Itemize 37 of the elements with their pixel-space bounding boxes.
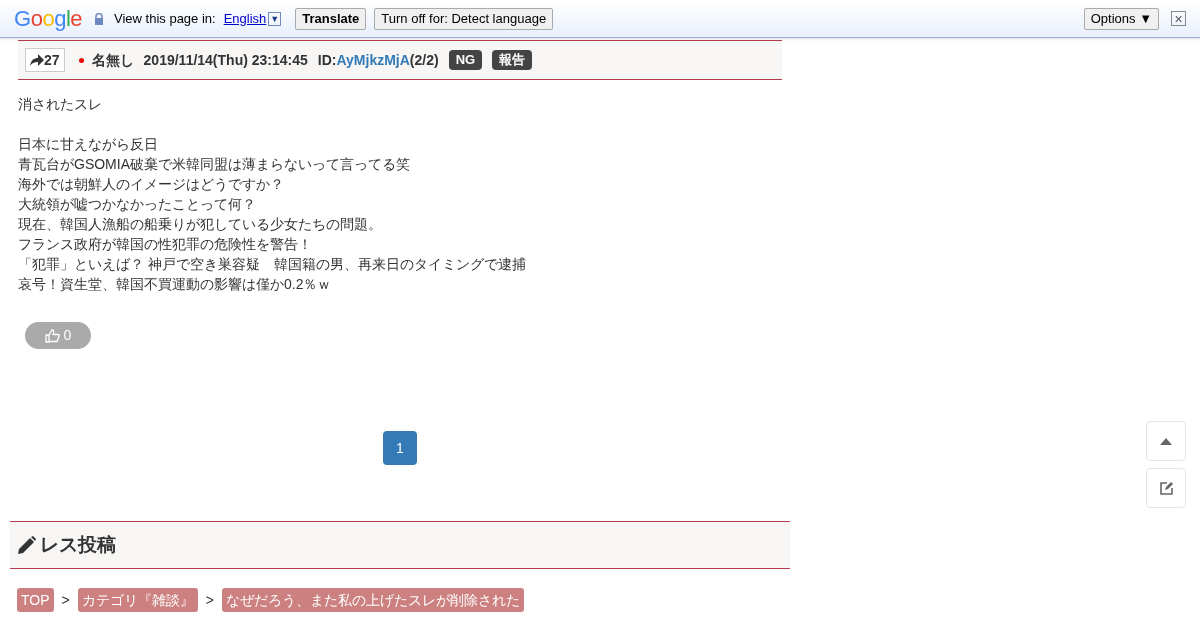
- post-text: 日本に甘えながら反日: [18, 135, 159, 154]
- language-dropdown[interactable]: ▼: [268, 11, 282, 26]
- thumbs-up-icon: [44, 328, 60, 343]
- post-text: フランス政府が韓国の性犯罪の危険性を警告！: [18, 235, 313, 254]
- post-text: 海外では朝鮮人のイメージはどうですか？: [18, 175, 285, 194]
- translate-button[interactable]: Translate: [295, 7, 367, 30]
- post-text: 大統領が嘘つかなかったことって何？: [18, 195, 257, 214]
- turn-off-button[interactable]: Turn off for: Detect language: [374, 7, 554, 30]
- google-logo: Google: [14, 5, 82, 33]
- post-action-button[interactable]: NG: [448, 50, 483, 70]
- pencil-icon: [18, 536, 36, 554]
- lock-icon: [94, 12, 104, 25]
- section-title: レス投稿: [40, 532, 116, 557]
- prompt-text: View this page in:: [114, 9, 216, 28]
- close-button[interactable]: ×: [1171, 11, 1186, 26]
- post-text: 現在、韓国人漁船の船乗りが犯している少女たちの問題。: [18, 215, 383, 234]
- share-button[interactable]: 27: [25, 48, 65, 72]
- post-text: 「犯罪」といえば？ 神戸で空き巣容疑 韓国籍の男、再来日のタイミングで逮捕: [18, 255, 527, 274]
- page-button[interactable]: 1: [383, 431, 417, 465]
- triangle-up-icon: [1160, 437, 1172, 445]
- post-action-button[interactable]: 報告: [492, 50, 533, 70]
- post-text: 哀号！資生堂、韓国不買運動の影響は僅か0.2％ｗ: [18, 275, 333, 294]
- options-button[interactable]: Options ▼: [1083, 7, 1159, 30]
- scroll-top-button[interactable]: [1146, 421, 1186, 461]
- id-label: ID:: [317, 50, 337, 70]
- post-text: 青瓦台がGSOMIA破棄で米韓同盟は薄まらないって言ってる笑: [18, 155, 411, 174]
- post-text: 消されたスレ: [18, 95, 103, 114]
- breadcrumb-separator: >: [205, 590, 214, 610]
- id-link[interactable]: AyMjkzMjA: [336, 49, 410, 71]
- post-datetime: 2019/11/14(Thu) 23:14:45: [143, 50, 308, 70]
- breadcrumb-separator: >: [61, 590, 70, 610]
- poster-name: 名無し: [91, 50, 134, 70]
- language-link[interactable]: English: [223, 8, 267, 29]
- id-count: (2/2): [409, 50, 439, 70]
- edit-button[interactable]: [1146, 468, 1186, 508]
- share-arrow-icon: [30, 54, 44, 66]
- edit-icon: [1159, 481, 1173, 495]
